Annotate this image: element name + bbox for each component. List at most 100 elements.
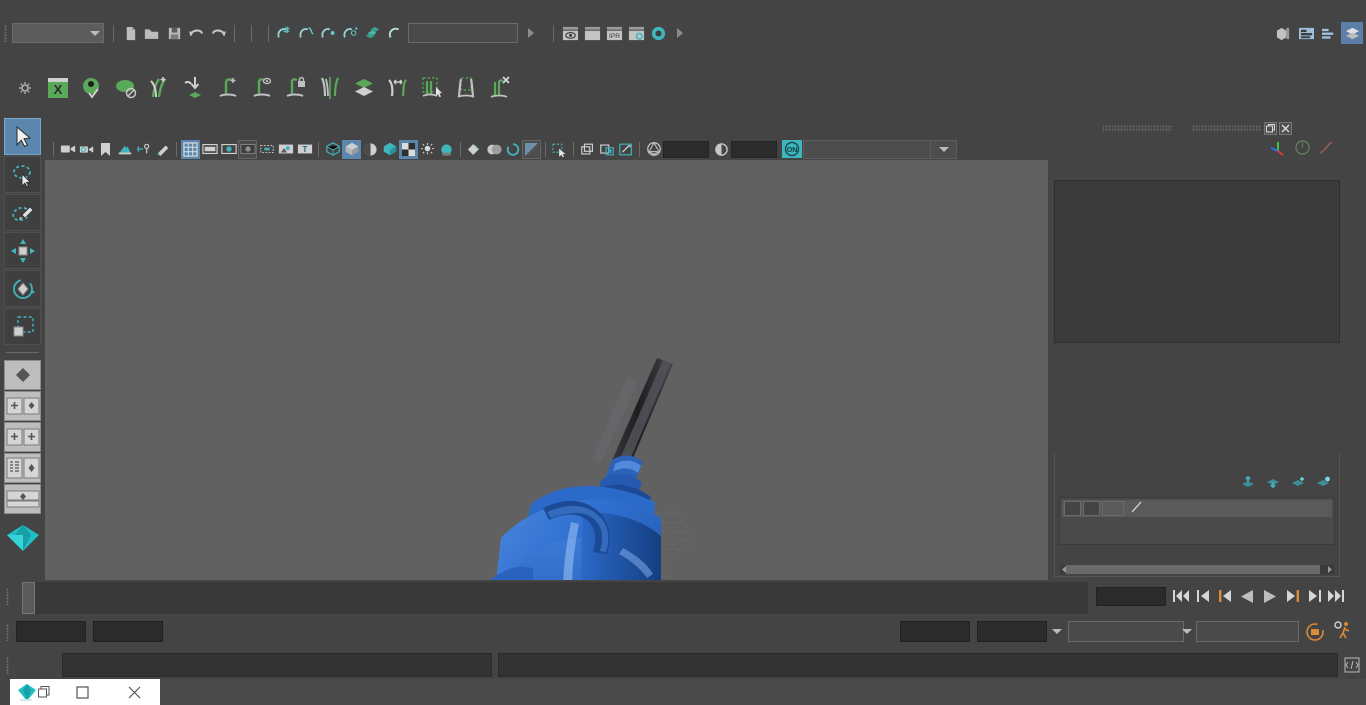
close-window-icon[interactable] (108, 679, 160, 705)
layer-list[interactable] (1059, 497, 1335, 545)
playback-start-time-field[interactable] (93, 621, 163, 642)
make-live-icon[interactable] (384, 22, 406, 44)
resolution-gate-icon[interactable] (219, 140, 238, 159)
gate-mask-icon[interactable] (238, 139, 257, 159)
xgen-mirror-guide-icon[interactable] (314, 71, 346, 105)
go-to-end-icon[interactable] (1326, 584, 1345, 608)
grid-icon[interactable] (181, 139, 200, 159)
safe-title-icon[interactable]: T (295, 140, 314, 159)
rotate-tool-button[interactable] (4, 270, 41, 307)
modeling-toolkit-icon[interactable] (1272, 22, 1294, 44)
gamma-field[interactable] (731, 140, 777, 158)
layer-shading-toggle[interactable] (1102, 501, 1124, 516)
hypershade-icon[interactable] (647, 22, 669, 44)
paint-select-tool-button[interactable] (4, 194, 41, 231)
new-scene-icon[interactable] (119, 22, 141, 44)
shelf-options-icon[interactable] (18, 81, 32, 95)
hscroll-thumb[interactable] (1066, 565, 1320, 574)
select-camera-icon[interactable] (58, 140, 77, 159)
xgen-editor-icon[interactable]: X (42, 71, 74, 105)
two-sided-lighting-icon[interactable] (134, 140, 153, 159)
undo-icon[interactable] (185, 22, 207, 44)
layer-color-swatch-icon[interactable] (1130, 500, 1143, 517)
select-tool-button[interactable] (4, 118, 41, 155)
wireframe-icon[interactable] (323, 140, 342, 159)
expand-live-icon[interactable] (520, 22, 542, 44)
chevron-down-icon[interactable] (86, 24, 103, 42)
render-settings-icon[interactable] (625, 22, 647, 44)
two-view-layout-button[interactable] (4, 422, 41, 452)
gamma-icon[interactable] (712, 140, 731, 159)
xgen-select-guide-icon[interactable] (416, 71, 448, 105)
move-layer-up-icon[interactable] (1241, 475, 1256, 492)
script-editor-icon[interactable] (1342, 655, 1362, 675)
image-plane-icon[interactable] (115, 140, 134, 159)
isolate-select-icon[interactable] (522, 139, 541, 159)
xgen-import-collection-icon[interactable] (178, 71, 210, 105)
command-line-grip[interactable] (4, 654, 12, 676)
live-surface-field[interactable] (408, 23, 518, 43)
playback-end-time-field[interactable] (900, 621, 970, 642)
xgen-move-guide-icon[interactable] (382, 71, 414, 105)
character-set-field[interactable] (1196, 621, 1299, 642)
channel-box-icon[interactable] (1341, 22, 1363, 44)
play-backwards-icon[interactable] (1238, 584, 1257, 608)
layer-list-hscrollbar[interactable] (1060, 565, 1334, 574)
save-scene-icon[interactable] (163, 22, 185, 44)
persp-graph-layout-button[interactable] (4, 484, 41, 514)
single-view-layout-button[interactable] (4, 391, 41, 421)
smooth-shade-all-icon[interactable] (342, 139, 361, 159)
move-tool-button[interactable] (4, 232, 41, 269)
xgen-lock-guide-icon[interactable] (280, 71, 312, 105)
anim-end-time-field[interactable] (977, 621, 1047, 642)
character-set-dropdown-icon[interactable] (1180, 621, 1194, 642)
xgen-sculpt-layer-icon[interactable] (348, 71, 380, 105)
redo-render-icon[interactable] (581, 22, 603, 44)
current-frame-field[interactable] (1096, 587, 1166, 606)
xgen-geometry-icon[interactable] (110, 71, 142, 105)
time-slider[interactable] (22, 582, 1088, 614)
move-layer-down-icon[interactable] (1266, 476, 1281, 492)
step-back-keyframe-icon[interactable] (1194, 584, 1213, 608)
3d-viewport[interactable]: y z x (45, 160, 1048, 580)
snap-to-grid-icon[interactable] (274, 22, 296, 44)
xray-icon[interactable] (550, 140, 569, 159)
anim-layer-dropdown-icon[interactable] (1050, 621, 1064, 642)
xgen-create-description-icon[interactable] (144, 71, 176, 105)
xgen-preview-guide-icon[interactable] (246, 71, 278, 105)
step-forward-keyframe-icon[interactable] (1304, 584, 1323, 608)
textured-icon[interactable] (380, 140, 399, 159)
tool-settings-icon[interactable] (1318, 22, 1340, 44)
channel-box-list[interactable] (1054, 180, 1340, 343)
multisample-aa-icon[interactable] (484, 140, 503, 159)
layer-visibility-toggle[interactable] (1064, 501, 1081, 516)
use-default-lighting-icon[interactable] (399, 139, 418, 159)
shadows-icon[interactable] (418, 140, 437, 159)
step-back-frame-icon[interactable] (1216, 584, 1235, 608)
current-time-indicator[interactable] (22, 582, 35, 614)
grease-pencil-icon[interactable] (153, 140, 172, 159)
restore-window-icon[interactable] (32, 679, 56, 705)
redo-icon[interactable] (207, 22, 229, 44)
channel-speed-icon[interactable] (1294, 139, 1311, 159)
range-slider-grip[interactable] (4, 621, 12, 643)
xray-active-components-icon[interactable] (597, 140, 616, 159)
scroll-right-icon[interactable] (1326, 565, 1334, 574)
open-scene-icon[interactable] (141, 22, 163, 44)
expand-render-icon[interactable] (669, 22, 691, 44)
menu-set-selector[interactable] (12, 23, 104, 43)
create-layer-from-selected-icon[interactable] (1316, 476, 1331, 492)
panel-grip-left[interactable] (1102, 125, 1172, 132)
view-transform-field[interactable] (803, 139, 931, 159)
view-transform-dropdown-icon[interactable] (931, 139, 957, 159)
exposure-field[interactable] (663, 140, 709, 158)
go-to-start-icon[interactable] (1172, 584, 1191, 608)
depth-of-field-icon[interactable] (503, 140, 522, 159)
film-gate-icon[interactable] (200, 140, 219, 159)
motion-blur-icon[interactable] (465, 140, 484, 159)
color-management-icon[interactable]: ON (781, 140, 803, 159)
safe-action-icon[interactable] (276, 140, 295, 159)
attribute-editor-icon[interactable] (1295, 22, 1317, 44)
ambient-occlusion-icon[interactable] (437, 140, 456, 159)
play-forwards-icon[interactable] (1260, 584, 1279, 608)
